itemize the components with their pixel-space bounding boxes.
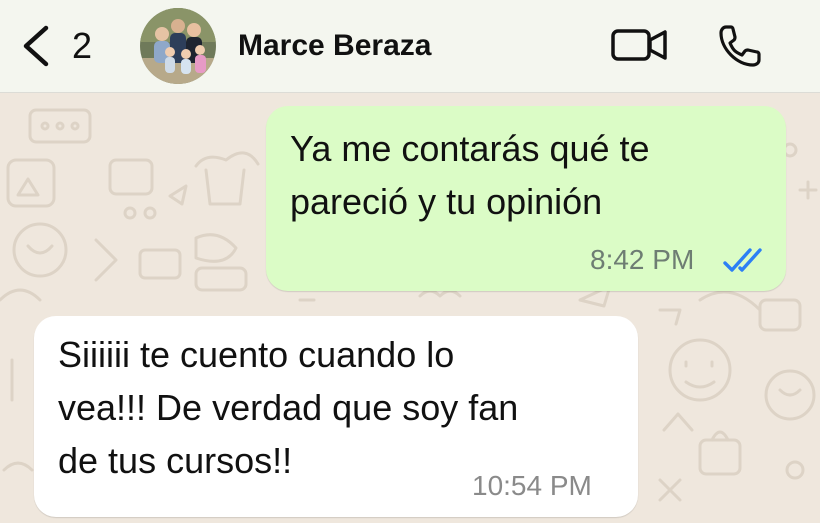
avatar[interactable] [140, 8, 216, 84]
double-check-read-icon [723, 248, 762, 272]
avatar-photo-icon [140, 8, 216, 84]
outgoing-message-bubble[interactable]: Ya me contarás qué te pareció y tu opini… [266, 106, 786, 291]
unread-count[interactable]: 2 [72, 22, 92, 70]
contact-name[interactable]: Marce Beraza [238, 26, 431, 66]
phone-icon[interactable] [716, 22, 764, 70]
chat-header: 2 Marce Beraza [0, 0, 820, 93]
message-time: 8:42 PM [590, 244, 695, 275]
chevron-left-icon[interactable] [18, 24, 52, 68]
message-time: 10:54 PM [472, 470, 592, 501]
incoming-message-bubble[interactable]: Siiiiii te cuento cuando lo vea!!! De ve… [34, 316, 638, 517]
message-text: Siiiiii te cuento cuando lo vea!!! De ve… [58, 334, 519, 481]
message-text: Ya me contarás qué te pareció y tu opini… [290, 128, 650, 222]
video-camera-icon[interactable] [610, 26, 668, 64]
